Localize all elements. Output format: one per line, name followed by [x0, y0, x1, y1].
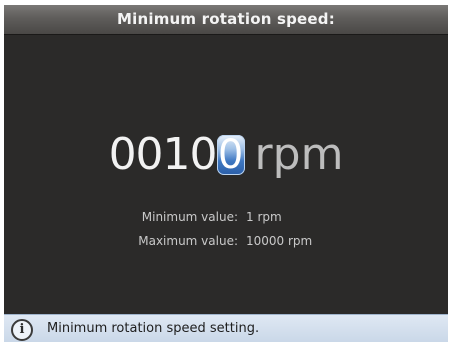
info-icon: i [11, 319, 33, 341]
minimum-value-label: Minimum value: [141, 210, 238, 224]
minimum-value: 1 rpm [246, 210, 282, 224]
maximum-value: 10000 rpm [246, 234, 313, 248]
status-text: Minimum rotation speed setting. [47, 321, 260, 336]
minimum-value-row: Minimum value: 1 rpm [4, 210, 448, 224]
maximum-value-label: Maximum value: [138, 234, 238, 248]
status-bar: i Minimum rotation speed setting. [4, 314, 448, 342]
value-editor[interactable]: 00100 rpm [4, 130, 448, 180]
maximum-value-row: Maximum value: 10000 rpm [4, 234, 448, 248]
page-title: Minimum rotation speed: [4, 5, 448, 35]
screen: Minimum rotation speed: 00100 rpm Minimum… [4, 5, 448, 342]
unit-label: rpm [254, 129, 344, 180]
cursor-digit[interactable]: 0 [216, 135, 245, 175]
value-digits[interactable]: 0010 [109, 130, 218, 180]
